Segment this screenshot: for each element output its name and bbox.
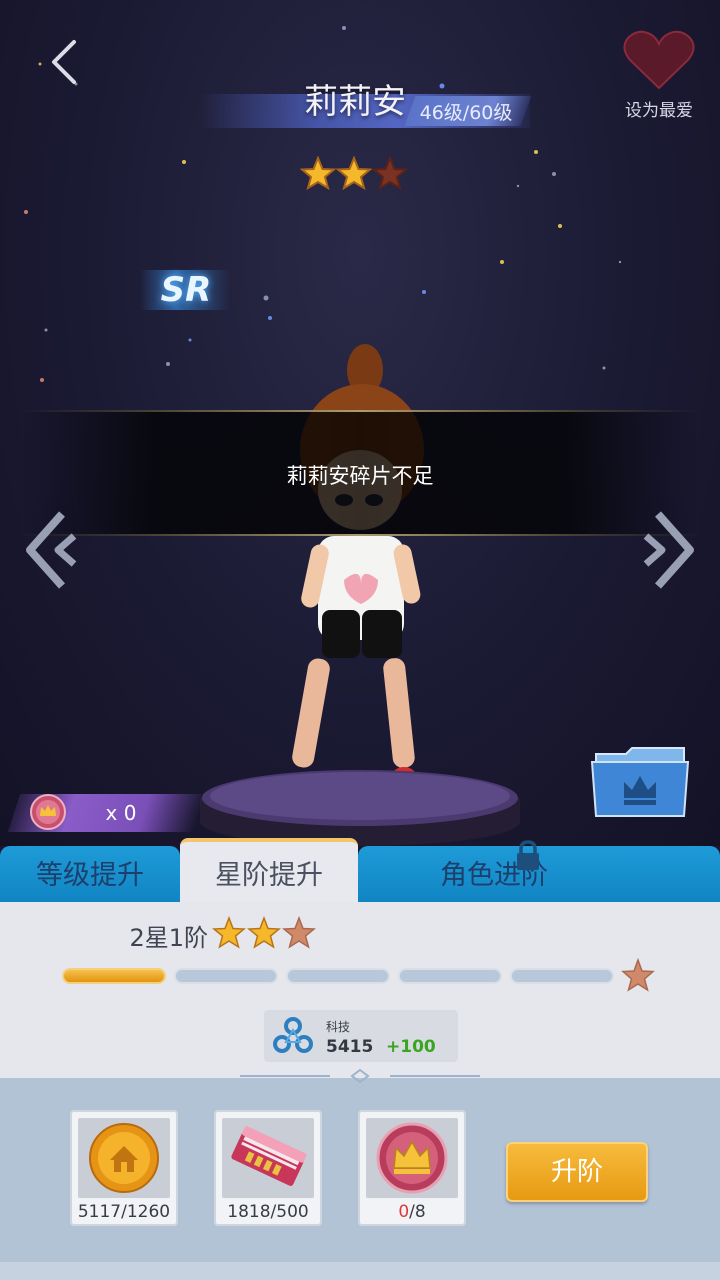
progress-segment-empty — [510, 968, 614, 984]
tab-level-up[interactable]: 等级提升 — [0, 846, 180, 902]
character-level: 46级/60级 — [419, 102, 513, 124]
toast-message: 莉莉安碎片不足 — [286, 464, 434, 488]
back-button[interactable] — [40, 38, 88, 86]
material-count: 1818/500 — [227, 1202, 309, 1222]
star-icon-filled — [335, 156, 373, 191]
display-platform — [200, 770, 520, 846]
progress-segment-empty — [398, 968, 502, 984]
panel-divider — [240, 1068, 480, 1084]
material-card-book[interactable]: 1818/500 — [214, 1110, 322, 1226]
token-count: x 0 — [105, 801, 137, 825]
favorite-label: 设为最爱 — [625, 101, 693, 121]
material-count: 5117/1260 — [77, 1202, 171, 1222]
star-icon-filled — [300, 156, 337, 191]
crown-token-icon — [30, 794, 66, 830]
material-owned: 0 — [398, 1202, 410, 1222]
material-count: 0/8 — [360, 1202, 464, 1222]
material-card-token[interactable]: 0/8 — [358, 1110, 466, 1226]
tab-star-up[interactable]: 星阶提升 — [180, 838, 358, 902]
collection-button[interactable] — [590, 744, 692, 820]
star-rank-label: 2星1阶 — [129, 924, 208, 952]
material-required: /8 — [409, 1202, 426, 1222]
rarity-label: SR — [160, 270, 212, 310]
star-icon-empty — [371, 156, 409, 191]
prev-character-button[interactable] — [22, 510, 82, 590]
star-icon-filled — [247, 916, 281, 949]
star-rating — [300, 156, 409, 191]
tech-bonus: +100 — [386, 1037, 436, 1057]
panel-footer — [0, 1262, 720, 1280]
chevron-left-icon — [26, 511, 77, 589]
next-character-button[interactable] — [638, 510, 698, 590]
favorite-button[interactable]: 设为最爱 — [616, 28, 702, 124]
toast-border-top — [20, 410, 700, 412]
material-card-gold[interactable]: 5117/1260 — [70, 1110, 178, 1226]
progress-segment-filled — [62, 968, 166, 984]
character-model — [284, 344, 424, 793]
star-icon-filled — [212, 916, 246, 949]
gold-coin-icon — [89, 1123, 159, 1193]
rank-stars — [212, 916, 316, 949]
chevron-right-icon — [643, 511, 694, 589]
lock-icon — [517, 840, 539, 870]
heart-icon — [623, 30, 695, 90]
next-star-icon — [621, 958, 655, 992]
progress-segment-empty — [174, 968, 278, 984]
upgrade-tabs: 等级提升 星阶提升 角色进阶 — [0, 838, 720, 902]
character-name: 莉莉安 — [304, 82, 406, 122]
crown-token-icon — [376, 1122, 448, 1194]
tech-icon — [273, 1017, 313, 1053]
star-icon-empty — [282, 916, 316, 949]
toast-border-bottom — [20, 534, 700, 536]
star-upgrade-button[interactable]: 升阶 — [506, 1142, 648, 1202]
tech-value: 5415 — [326, 1037, 374, 1057]
book-icon — [231, 1126, 307, 1186]
tech-label: 科技 — [326, 1020, 351, 1034]
progress-segment-empty — [286, 968, 390, 984]
